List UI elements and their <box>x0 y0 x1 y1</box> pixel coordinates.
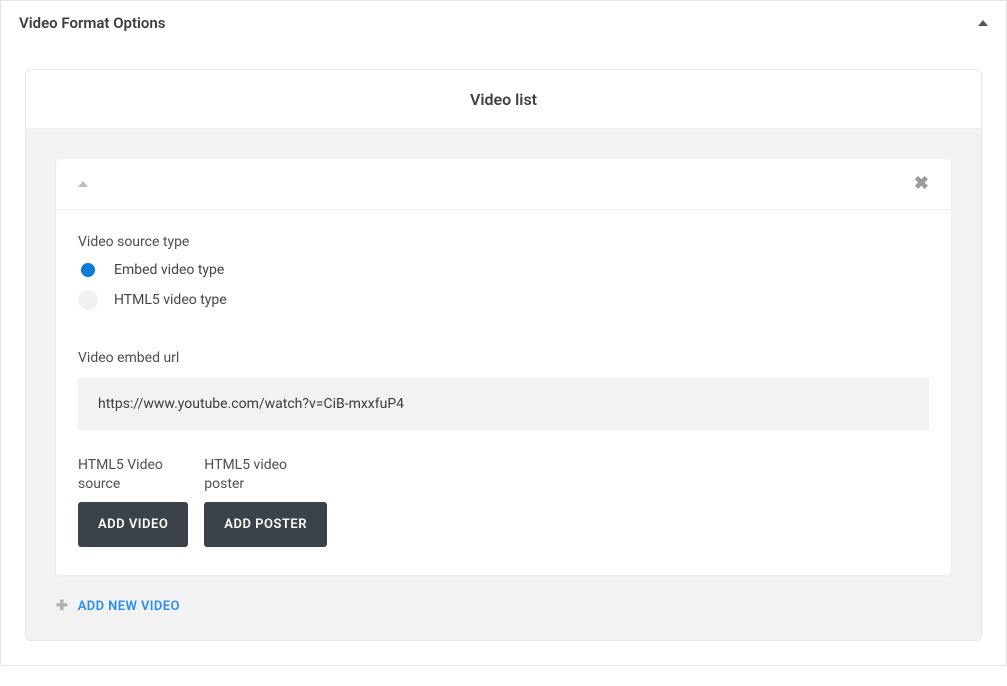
radio-html5-video-type[interactable]: HTML5 video type <box>78 290 929 310</box>
html5-source-column: HTML5 Video source Add Video <box>78 456 188 547</box>
card-body: Video source type Embed video type HTML5… <box>56 210 951 575</box>
accordion-title: Video Format Options <box>19 14 166 32</box>
close-icon[interactable]: ✖ <box>914 175 929 193</box>
plus-icon: ✚ <box>56 599 68 613</box>
radio-label: HTML5 video type <box>114 292 227 308</box>
embed-url-input[interactable] <box>78 378 929 430</box>
add-new-video-label: Add New Video <box>78 599 180 614</box>
add-poster-button[interactable]: Add Poster <box>204 502 327 547</box>
chevron-up-icon[interactable] <box>78 181 88 187</box>
radio-icon <box>78 260 98 280</box>
add-video-button[interactable]: Add Video <box>78 502 188 547</box>
embed-url-label: Video embed url <box>78 350 929 366</box>
video-format-options-accordion: Video Format Options Video list ✖ Video … <box>0 0 1007 666</box>
accordion-body: Video list ✖ Video source type Embed vid… <box>1 45 1006 665</box>
panel-title: Video list <box>26 70 981 129</box>
html5-poster-column: HTML5 video poster Add Poster <box>204 456 327 547</box>
add-new-video-button[interactable]: ✚ Add New Video <box>56 599 951 614</box>
radio-icon <box>78 290 98 310</box>
chevron-up-icon <box>978 20 988 26</box>
video-list-panel: Video list ✖ Video source type Embed vid… <box>25 69 982 641</box>
panel-inner: ✖ Video source type Embed video type HTM… <box>26 129 981 640</box>
html5-source-label: HTML5 Video source <box>78 456 184 494</box>
card-header: ✖ <box>56 159 951 210</box>
radio-label: Embed video type <box>114 262 224 278</box>
html5-poster-label: HTML5 video poster <box>204 456 310 494</box>
source-type-label: Video source type <box>78 234 929 250</box>
video-item-card: ✖ Video source type Embed video type HTM… <box>56 159 951 575</box>
accordion-header[interactable]: Video Format Options <box>1 1 1006 45</box>
radio-embed-video-type[interactable]: Embed video type <box>78 260 929 280</box>
